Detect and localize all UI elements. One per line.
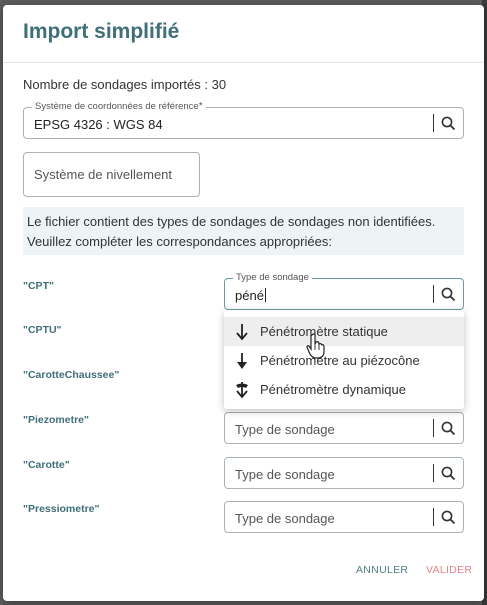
piezometre-search-button[interactable] xyxy=(433,413,463,443)
search-icon xyxy=(441,421,455,435)
cpt-type-input[interactable]: péné xyxy=(235,288,266,303)
import-dialog: Import simplifié Nombre de sondages impo… xyxy=(3,5,484,601)
option-penetrometre-piezocone[interactable]: Pénétromètre au piézocône xyxy=(224,346,464,375)
mapping-label-piezometre: "Piezometre" xyxy=(23,414,89,426)
mapping-label-cptu: "CPTU" xyxy=(23,324,62,336)
search-icon xyxy=(441,287,455,301)
dialog-title: Import simplifié xyxy=(23,20,180,43)
mapping-label-pressiometre: "Pressiometre" xyxy=(23,503,100,515)
imported-count: Nombre de sondages importés : 30 xyxy=(23,77,227,92)
crs-legend-text: Système de coordonnées de référence xyxy=(35,101,199,112)
arrow-down-icon xyxy=(224,323,260,341)
carotte-search-button[interactable] xyxy=(433,458,463,488)
cpt-type-legend: Type de sondage xyxy=(233,272,312,283)
option-penetrometre-statique[interactable]: Pénétromètre statique xyxy=(224,317,464,346)
search-icon xyxy=(441,116,455,130)
crs-value: EPSG 4326 : WGS 84 xyxy=(34,117,163,132)
title-divider xyxy=(3,62,484,63)
crs-search-button[interactable] xyxy=(433,108,463,138)
required-mark: * xyxy=(198,101,203,112)
validate-button[interactable]: VALIDER xyxy=(426,564,472,576)
pressiometre-type-field[interactable]: Type de sondage xyxy=(224,501,464,533)
leveling-placeholder: Système de nivellement xyxy=(34,167,173,182)
cpt-type-field[interactable]: Type de sondage péné xyxy=(224,272,464,310)
option-penetrometre-dynamique[interactable]: Pénétromètre dynamique xyxy=(224,375,464,404)
option-label: Pénétromètre au piézocône xyxy=(260,353,420,368)
type-dropdown: Pénétromètre statique Pénétromètre au pi… xyxy=(224,310,464,409)
cpt-type-value: péné xyxy=(235,288,264,303)
info-line-2: Veuillez compléter les correspondances a… xyxy=(27,234,332,249)
hand-cursor-icon xyxy=(306,333,325,359)
leveling-field[interactable]: Système de nivellement xyxy=(23,152,200,197)
option-label: Pénétromètre dynamique xyxy=(260,382,406,397)
info-line-1: Le fichier contient des types de sondage… xyxy=(27,214,436,229)
pressiometre-search-button[interactable] xyxy=(433,502,463,532)
piezometre-type-placeholder: Type de sondage xyxy=(235,422,335,437)
mapping-label-carottechaussee: "CarotteChaussee" xyxy=(23,369,120,381)
mapping-label-cpt: "CPT" xyxy=(23,280,54,292)
arrow-down-filled-icon xyxy=(224,352,260,370)
cpt-search-button[interactable] xyxy=(433,279,463,309)
info-box: Le fichier contient des types de sondage… xyxy=(23,207,464,255)
search-icon xyxy=(441,466,455,480)
cancel-button[interactable]: ANNULER xyxy=(356,564,408,576)
carotte-type-field[interactable]: Type de sondage xyxy=(224,457,464,489)
text-caret xyxy=(264,288,266,302)
mapping-label-carotte: "Carotte" xyxy=(23,459,70,471)
piezometre-type-field[interactable]: Type de sondage xyxy=(224,412,464,444)
crs-field[interactable]: Système de coordonnées de référence* EPS… xyxy=(23,101,464,139)
carotte-type-placeholder: Type de sondage xyxy=(235,467,335,482)
hammer-arrow-down-icon xyxy=(224,381,260,399)
search-icon xyxy=(441,510,455,524)
pressiometre-type-placeholder: Type de sondage xyxy=(235,511,335,526)
crs-legend: Système de coordonnées de référence* xyxy=(32,101,206,112)
